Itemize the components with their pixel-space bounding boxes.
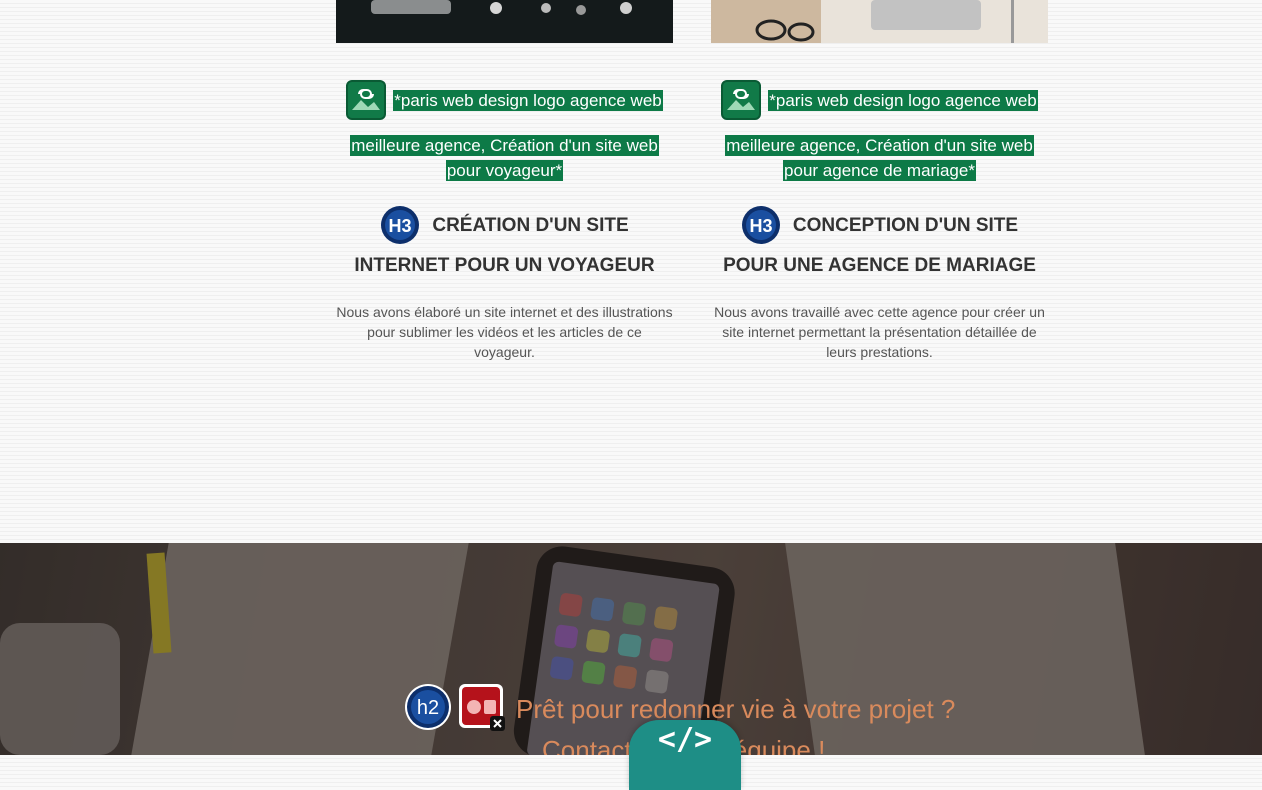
image-link-icon [721, 80, 762, 120]
broken-image-alt[interactable]: *paris web design logo agence web meille… [336, 80, 673, 183]
image-alt-text-line1: *paris web design logo agence web [768, 90, 1038, 111]
cta-banner: h2 Prêt pour redonner vie à votre projet… [0, 543, 1262, 755]
project-description: Nous avons élaboré un site internet et d… [336, 304, 673, 360]
image-alt-text-line1: *paris web design logo agence web [393, 90, 663, 111]
h2-badge-icon: h2 [405, 684, 451, 730]
broken-image-alt[interactable]: *paris web design logo agence web meille… [711, 80, 1048, 183]
svg-text:h3: h3 [389, 216, 412, 236]
svg-text:h3: h3 [749, 216, 772, 236]
project-thumbnail-mariage[interactable] [711, 0, 1048, 43]
h3-badge-icon: h3 [381, 206, 420, 244]
media-placeholder-icon [459, 684, 505, 731]
thumbnail-image [711, 0, 1048, 43]
project-card-voyageur: *paris web design logo agence web meille… [336, 80, 673, 362]
image-alt-text-line2: meilleure agence, Création d'un site web… [725, 135, 1034, 181]
image-alt-text-line2: meilleure agence, Création d'un site web… [350, 135, 659, 181]
svg-text:h2: h2 [417, 697, 439, 719]
project-card-mariage: *paris web design logo agence web meille… [711, 80, 1048, 362]
image-link-icon [346, 80, 387, 120]
cta-line1: Prêt pour redonner vie à votre projet ? [516, 694, 956, 724]
code-view-icon[interactable]: </> [629, 720, 741, 790]
project-title: h3 Conception d'un site pour une agence … [711, 205, 1048, 286]
project-title: h3 Création d'un site internet pour un v… [336, 205, 673, 286]
thumbnail-image [336, 0, 673, 43]
project-description: Nous avons travaillé avec cette agence p… [714, 304, 1045, 360]
project-thumbnail-voyageur[interactable] [336, 0, 673, 43]
h3-badge-icon: h3 [741, 206, 780, 244]
